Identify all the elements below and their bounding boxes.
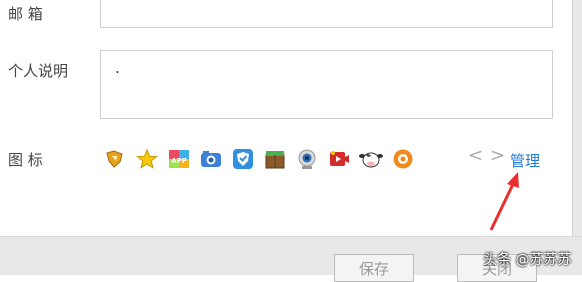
scrollbar-track[interactable] <box>572 0 582 236</box>
video-icon[interactable] <box>326 146 351 171</box>
email-field[interactable] <box>100 0 553 28</box>
orange-circle-icon[interactable] <box>390 146 415 171</box>
email-label: 邮 箱 <box>8 5 43 23</box>
bio-value: . <box>115 59 120 77</box>
save-label: 保存 <box>359 260 390 278</box>
icon-picker: APP <box>102 146 415 171</box>
shield-icon[interactable] <box>230 146 255 171</box>
bio-label: 个人说明 <box>8 62 69 80</box>
save-button[interactable]: 保存 <box>334 254 415 282</box>
crate-icon[interactable] <box>262 146 287 171</box>
icon-label: 图 标 <box>8 151 43 169</box>
app-icon[interactable]: APP <box>166 146 191 171</box>
watermark: 头条 @苏苏苏 <box>483 252 572 268</box>
cow-icon[interactable] <box>358 146 383 171</box>
star-icon[interactable] <box>134 146 159 171</box>
bio-textarea[interactable]: . <box>100 50 553 119</box>
webcam-icon[interactable] <box>294 146 319 171</box>
camera-icon[interactable] <box>198 146 223 171</box>
heart-badge-icon[interactable] <box>102 146 127 171</box>
prev-arrow-icon[interactable]: < <box>468 145 483 166</box>
next-arrow-icon[interactable]: > <box>490 145 505 166</box>
svg-text:APP: APP <box>171 157 187 165</box>
annotation-arrow-icon <box>489 172 519 231</box>
